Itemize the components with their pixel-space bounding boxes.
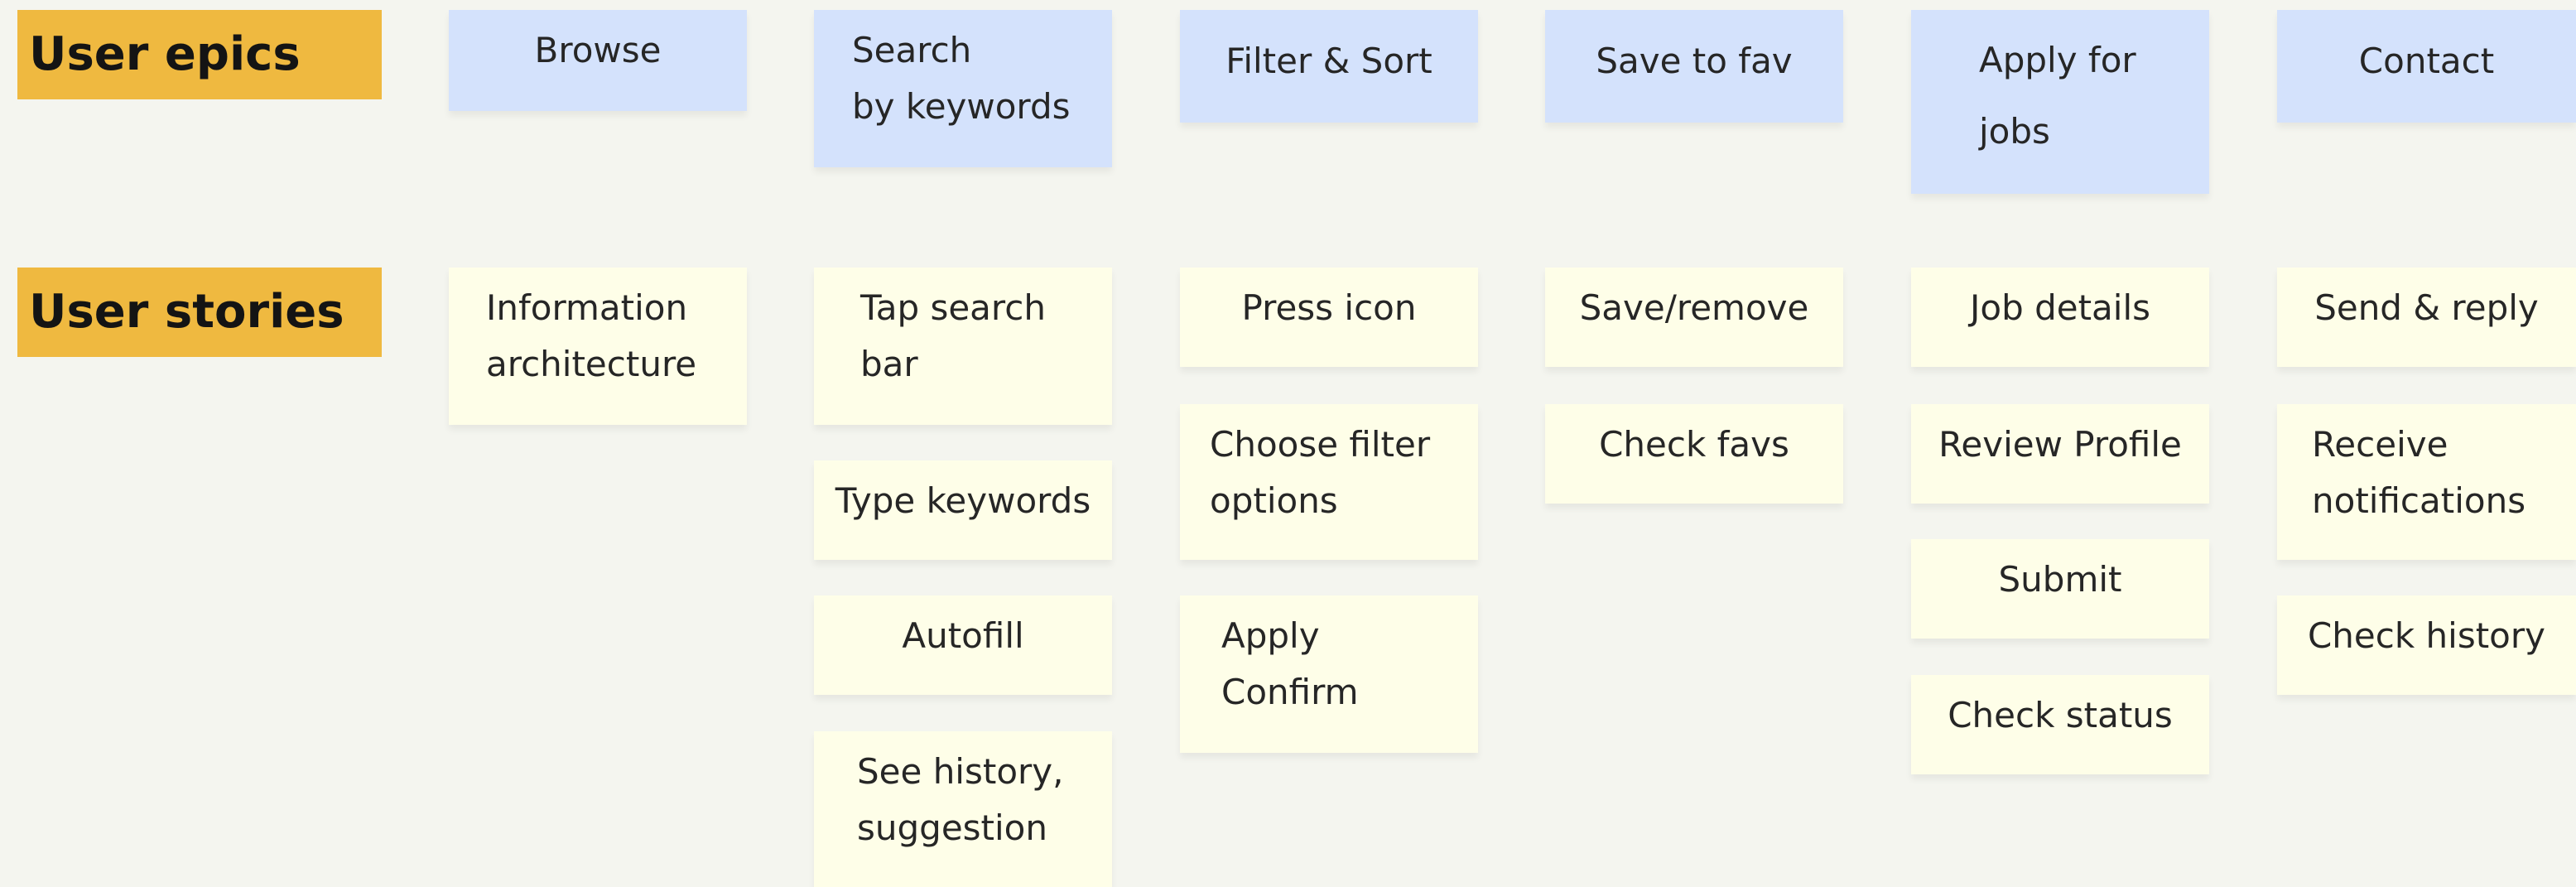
story-sticky-save-remove[interactable]: Save/remove [1545,268,1843,367]
story-sticky-tap-search-bar[interactable]: Tap search bar [814,268,1112,425]
story-sticky-choose-filter-options[interactable]: Choose filter options [1180,404,1478,560]
story-sticky-receive-notifications[interactable]: Receive notifications [2277,404,2576,560]
story-sticky-job-details[interactable]: Job details [1911,268,2209,367]
story-sticky-check-status[interactable]: Check status [1911,675,2209,774]
epic-sticky-search-by-keywords[interactable]: Search by keywords [814,10,1112,167]
epic-sticky-save-to-fav[interactable]: Save to fav [1545,10,1843,123]
story-sticky-submit[interactable]: Submit [1911,539,2209,639]
story-sticky-check-history[interactable]: Check history [2277,595,2576,695]
epic-sticky-contact[interactable]: Contact [2277,10,2576,123]
story-sticky-type-keywords[interactable]: Type keywords [814,460,1112,560]
story-sticky-press-icon[interactable]: Press icon [1180,268,1478,367]
epic-sticky-apply-for-jobs[interactable]: Apply for jobs [1911,10,2209,194]
story-sticky-send-reply[interactable]: Send & reply [2277,268,2576,367]
row-label-user-stories: User stories [17,268,382,357]
story-sticky-apply-confirm[interactable]: Apply Confirm [1180,595,1478,753]
story-sticky-autofill[interactable]: Autofill [814,595,1112,695]
story-sticky-check-favs[interactable]: Check favs [1545,404,1843,504]
epic-sticky-filter-sort[interactable]: Filter & Sort [1180,10,1478,123]
story-sticky-review-profile[interactable]: Review Profile [1911,404,2209,504]
story-sticky-information-architecture[interactable]: Information architecture [449,268,747,425]
epic-sticky-browse[interactable]: Browse [449,10,747,111]
row-label-user-epics: User epics [17,10,382,99]
story-sticky-see-history-suggestion[interactable]: See history, suggestion [814,731,1112,887]
